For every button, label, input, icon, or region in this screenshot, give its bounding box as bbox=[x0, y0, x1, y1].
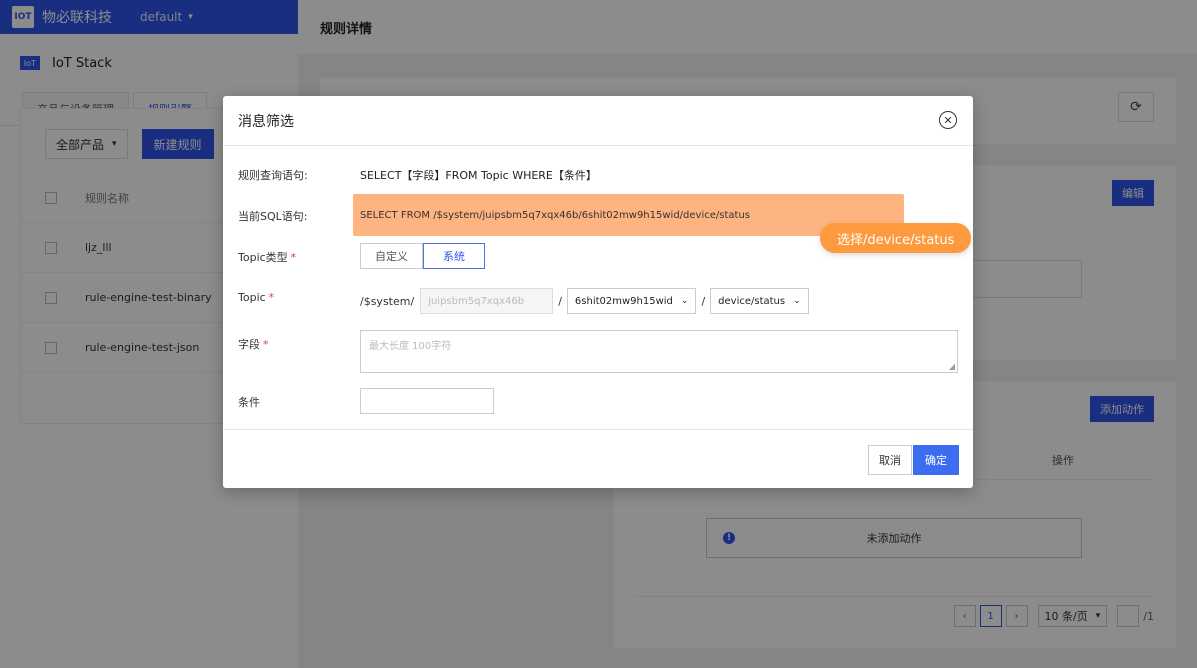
topic-prefix: /$system/ bbox=[360, 294, 415, 308]
confirm-button[interactable]: 确定 bbox=[913, 445, 959, 475]
topic-suffix-value: device/status bbox=[718, 295, 786, 307]
topic-suffix-select[interactable]: device/status ⌄ bbox=[710, 288, 809, 314]
topic-device-value: 6shit02mw9h15wid bbox=[574, 295, 673, 307]
field-label: 字段 * bbox=[238, 338, 269, 351]
chevron-down-icon: ⌄ bbox=[680, 296, 689, 306]
close-icon[interactable]: ✕ bbox=[939, 111, 957, 129]
sql-label: 当前SQL语句: bbox=[238, 210, 308, 223]
condition-input[interactable] bbox=[360, 388, 494, 414]
cancel-button[interactable]: 取消 bbox=[868, 445, 912, 475]
topic-type-custom[interactable]: 自定义 bbox=[360, 243, 423, 269]
topic-type-toggle: 自定义 系统 bbox=[360, 243, 485, 269]
resize-handle-icon[interactable]: ◢ bbox=[949, 362, 955, 371]
topic-type-system[interactable]: 系统 bbox=[423, 243, 485, 269]
dialog-title: 消息筛选 bbox=[238, 113, 294, 130]
selection-tooltip: 选择/device/status bbox=[820, 223, 972, 253]
query-template: SELECT【字段】FROM Topic WHERE【条件】 bbox=[360, 169, 597, 182]
query-label: 规则查询语句: bbox=[238, 169, 308, 182]
topic-device-select[interactable]: 6shit02mw9h15wid ⌄ bbox=[566, 288, 697, 314]
topic-selector: /$system/ juipsbm5q7xqx46b / 6shit02mw9h… bbox=[360, 288, 809, 314]
topic-product-input[interactable]: juipsbm5q7xqx46b bbox=[420, 288, 554, 314]
dialog-footer: 取消 确定 bbox=[223, 429, 973, 488]
topic-type-label: Topic类型 * bbox=[238, 251, 297, 264]
sql-text: SELECT FROM /$system/juipsbm5q7xqx46b/6s… bbox=[360, 209, 750, 221]
chevron-down-icon: ⌄ bbox=[793, 296, 801, 306]
field-textarea[interactable]: 最大长度 100字符 ◢ bbox=[360, 330, 958, 373]
message-filter-dialog: 消息筛选 ✕ 规则查询语句: SELECT【字段】FROM Topic WHER… bbox=[223, 96, 973, 488]
field-placeholder: 最大长度 100字符 bbox=[369, 341, 452, 352]
topic-label: Topic * bbox=[238, 291, 275, 304]
condition-label: 条件 bbox=[238, 396, 260, 409]
